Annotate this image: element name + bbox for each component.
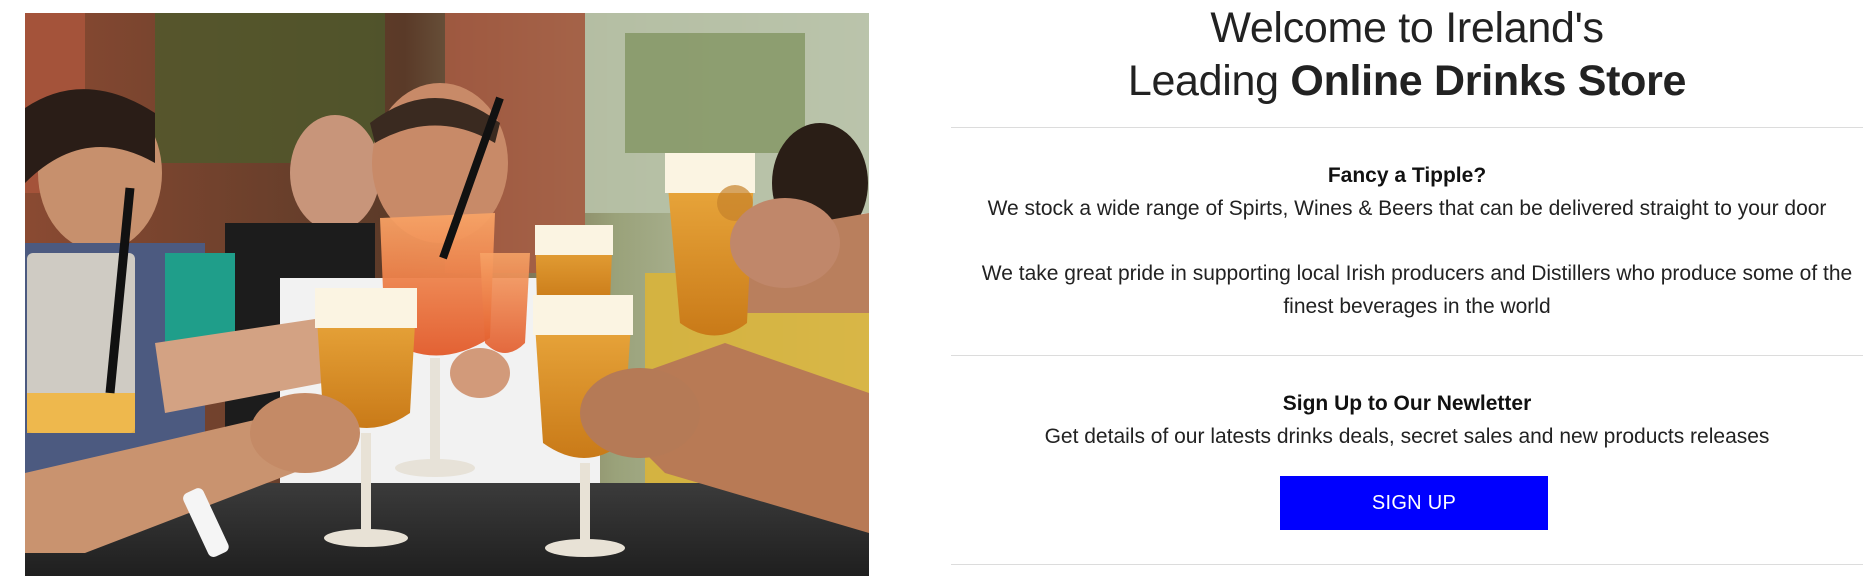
hero-heading-line2: Leading Online Drinks Store (951, 55, 1863, 108)
newsletter-description: Get details of our latests drinks deals,… (1044, 425, 1770, 448)
about-line-2: We take great pride in supporting local … (981, 262, 1853, 318)
sign-up-button[interactable]: SIGN UP (1280, 476, 1548, 530)
hero-photo (25, 13, 869, 576)
welcome-panel: Welcome to Ireland's Leading Online Drin… (951, 0, 1863, 579)
hero-heading-line2-normal: Leading (1127, 57, 1291, 105)
divider-top (951, 127, 1863, 128)
page: Welcome to Ireland's Leading Online Drin… (0, 0, 1863, 579)
divider-middle (951, 355, 1863, 356)
about-line-1: We stock a wide range of Spirts, Wines &… (987, 197, 1827, 220)
friends-toasting-photo-icon (25, 13, 869, 576)
divider-bottom (951, 564, 1863, 565)
hero-heading-line2-bold: Online Drinks Store (1290, 57, 1687, 105)
hero-heading-line1: Welcome to Ireland's (1210, 4, 1604, 52)
newsletter-title: Sign Up to Our Newletter (1282, 392, 1532, 415)
about-title: Fancy a Tipple? (1327, 164, 1487, 187)
hero-heading: Welcome to Ireland's Leading Online Drin… (951, 2, 1863, 108)
